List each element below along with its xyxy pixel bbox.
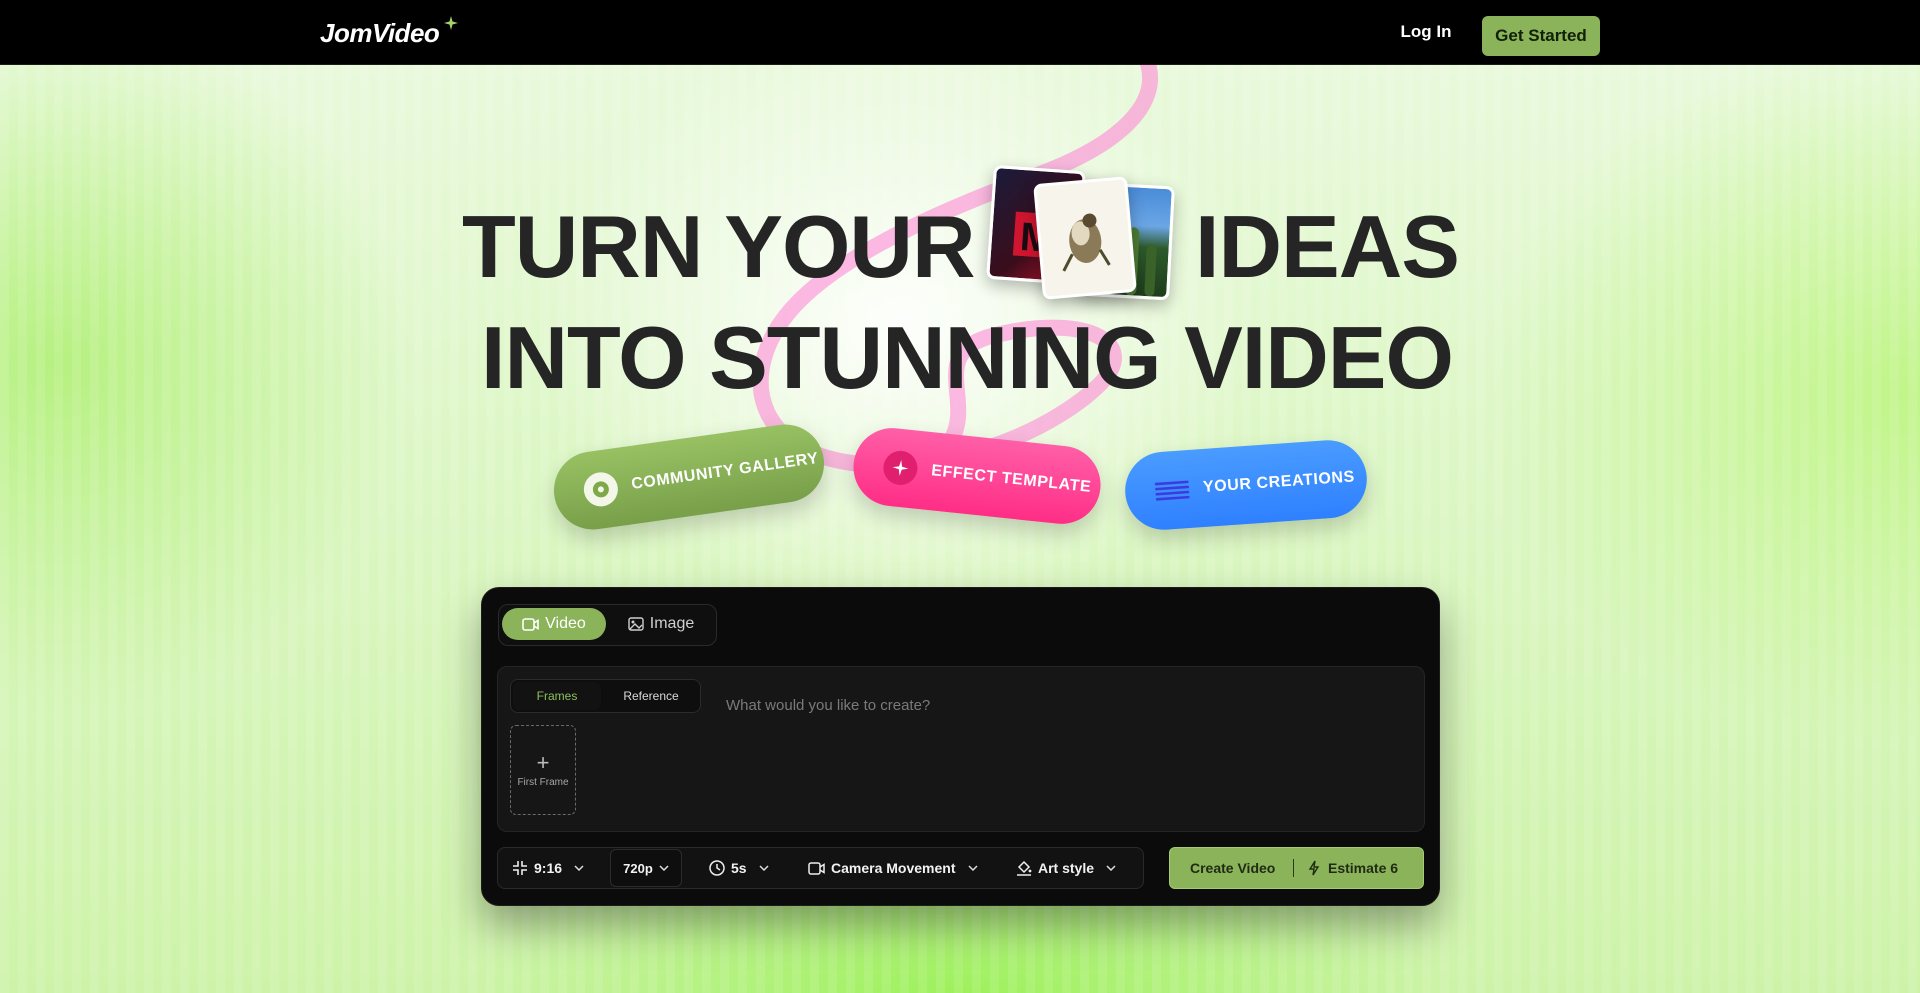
generation-options-bar: 9:16 720p 5s Camera Movement Art style [497, 847, 1144, 889]
effect-template-label: EFFECT TEMPLATE [930, 462, 1093, 496]
tab-video-label: Video [545, 615, 586, 632]
headline-line1-left: TURN YOUR [462, 197, 976, 296]
brand-logo[interactable]: JomVideo [320, 16, 458, 48]
first-frame-label: First Frame [517, 776, 569, 788]
chevron-down-icon [759, 865, 769, 871]
first-frame-upload[interactable]: + First Frame [510, 725, 576, 815]
top-navigation-bar: JomVideo Log In Get Started [0, 0, 1920, 65]
headline-line1-right: IDEAS [1195, 197, 1460, 296]
video-camera-icon [522, 617, 539, 631]
chevron-down-icon [1106, 865, 1116, 871]
button-divider [1293, 859, 1294, 877]
camera-movement-label: Camera Movement [831, 860, 956, 876]
clock-icon [709, 860, 725, 876]
get-started-button[interactable]: Get Started [1482, 16, 1600, 56]
credit-estimate: Estimate 6 [1308, 860, 1398, 876]
chevron-down-icon [574, 865, 584, 871]
tab-video[interactable]: Video [502, 608, 606, 640]
aspect-ratio-select[interactable]: 9:16 [512, 848, 584, 888]
headline-photo-stack: M [986, 164, 1190, 301]
duration-value: 5s [731, 860, 747, 876]
sparkle-icon [881, 449, 920, 487]
chevron-down-icon [967, 865, 978, 871]
stacked-lines-icon [1154, 472, 1190, 508]
creator-panel: Video Image Frames Reference + First Fra… [481, 587, 1440, 906]
bird-illustration [1062, 213, 1111, 272]
tab-image[interactable]: Image [611, 608, 711, 640]
estimate-label: Estimate 6 [1328, 860, 1399, 876]
community-gallery-label: COMMUNITY GALLERY [630, 449, 820, 493]
login-link[interactable]: Log In [1390, 16, 1462, 48]
headline-line2: INTO STUNNING VIDEO [481, 308, 1454, 407]
prompt-area: Frames Reference + First Frame [497, 666, 1425, 832]
your-creations-label: YOUR CREATIONS [1202, 468, 1356, 496]
duration-select[interactable]: 5s [709, 848, 769, 888]
aspect-ratio-value: 9:16 [534, 860, 563, 876]
sparkle-icon [444, 16, 458, 30]
resolution-select[interactable]: 720p [610, 849, 682, 887]
video-camera-icon [808, 861, 825, 875]
lightning-icon [1308, 860, 1320, 876]
create-video-button[interactable]: Create Video Estimate 6 [1169, 847, 1424, 889]
image-icon [628, 617, 644, 631]
create-video-label: Create Video [1190, 860, 1276, 876]
gear-icon [581, 470, 621, 509]
tab-frames[interactable]: Frames [513, 682, 601, 710]
mode-switcher: Video Image [498, 604, 717, 646]
photo-thumbnail-bird [1033, 176, 1137, 300]
art-style-select[interactable]: Art style [1016, 848, 1116, 888]
logo-text: JomVideo [320, 17, 440, 48]
chevron-down-icon [659, 865, 669, 871]
input-mode-tabs: Frames Reference [510, 679, 701, 713]
collapse-arrows-icon [513, 861, 527, 875]
tab-image-label: Image [649, 615, 695, 632]
art-style-label: Art style [1038, 860, 1095, 876]
plus-icon: + [536, 749, 550, 775]
tab-reference[interactable]: Reference [605, 682, 697, 710]
paint-bucket-icon [1017, 860, 1032, 876]
prompt-input[interactable] [724, 693, 1408, 717]
camera-movement-select[interactable]: Camera Movement [808, 848, 978, 888]
resolution-value: 720p [623, 860, 653, 876]
